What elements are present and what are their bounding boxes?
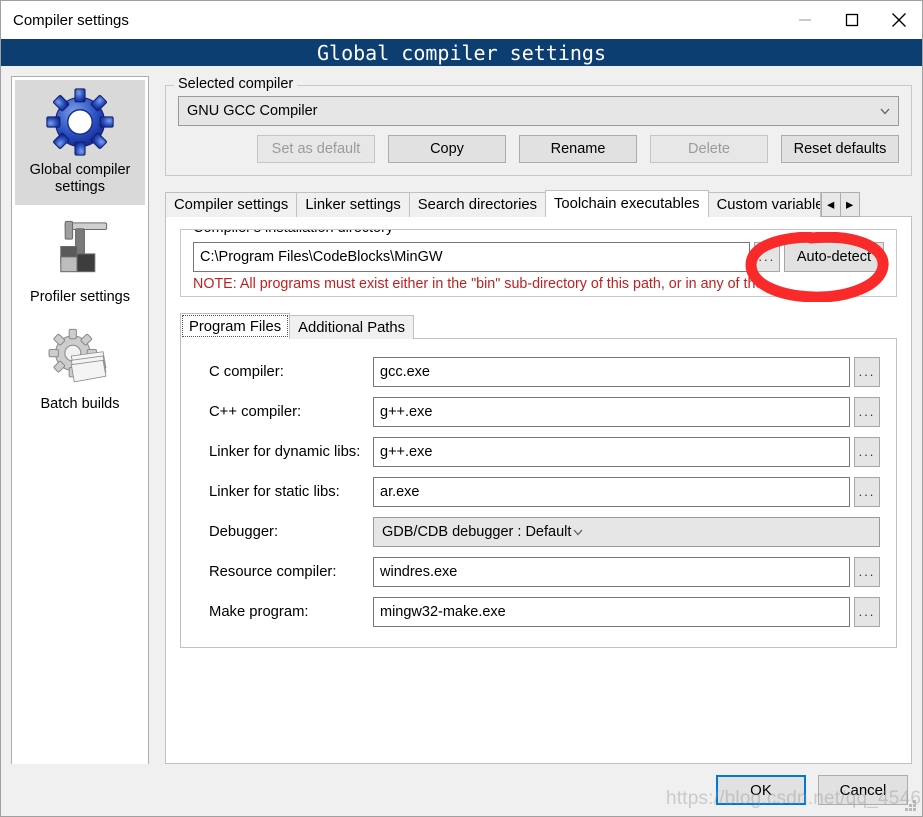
sidebar-item-label: Global compiler settings [29,162,131,196]
selected-compiler-dropdown[interactable]: GNU GCC Compiler [178,96,899,126]
make-program-input[interactable]: mingw32-make.exe [373,597,850,627]
chevron-down-icon [880,108,890,115]
tab-scroll-buttons: ◂ ▸ [820,192,860,217]
title-bar: Compiler settings [1,1,922,39]
maximize-icon [845,13,858,27]
installation-directory-title: Compiler's installation directory [189,230,398,236]
row-linker-dynamic: Linker for dynamic libs: g++.exe ... [197,437,880,467]
minimize-icon [798,19,811,21]
installation-directory-row: C:\Program Files\CodeBlocks\MinGW ... Au… [193,242,884,272]
rename-button[interactable]: Rename [519,135,637,163]
tab-linker-settings[interactable]: Linker settings [296,192,410,217]
sidebar-item-label: Profiler settings [30,288,130,305]
tab-additional-paths[interactable]: Additional Paths [289,315,415,339]
close-icon [891,13,906,27]
c-compiler-label: C compiler: [209,364,284,380]
row-debugger: Debugger: GDB/CDB debugger : Default [197,517,880,547]
caliper-blocks-icon [60,220,108,272]
row-c-compiler: C compiler: gcc.exe ... [197,357,880,387]
resource-compiler-label: Resource compiler: [209,564,337,580]
row-cpp-compiler: C++ compiler: g++.exe ... [197,397,880,427]
tab-scroll-right-button[interactable]: ▸ [839,192,860,217]
resize-grip-icon[interactable] [904,799,918,813]
c-compiler-input[interactable]: gcc.exe [373,357,850,387]
minimize-button[interactable] [781,1,828,39]
cpp-compiler-label: C++ compiler: [209,404,302,420]
compiler-settings-window: Compiler settings Global compiler settin… [0,0,923,817]
row-resource-compiler: Resource compiler: windres.exe ... [197,557,880,587]
close-button[interactable] [875,1,922,39]
installation-directory-group: Compiler's installation directory C:\Pro… [180,229,897,297]
blue-gear-icon [46,88,114,156]
row-make-program: Make program: mingw32-make.exe ... [197,597,880,627]
sidebar-item-profiler-settings[interactable]: Profiler settings [15,205,145,314]
linker-static-label: Linker for static libs: [209,484,340,500]
installation-directory-note: NOTE: All programs must exist either in … [193,276,764,292]
compiler-action-buttons: Set as default Copy Rename Delete Reset … [178,135,899,163]
installation-directory-input[interactable]: C:\Program Files\CodeBlocks\MinGW [193,242,750,272]
toolchain-inner-tabs: Program Files Additional Paths [180,313,897,339]
settings-sidebar: Global compiler settings Profiler settin… [11,76,149,778]
linker-dynamic-input[interactable]: g++.exe [373,437,850,467]
cpp-compiler-input[interactable]: g++.exe [373,397,850,427]
maximize-button[interactable] [828,1,875,39]
resource-compiler-input[interactable]: windres.exe [373,557,850,587]
linker-static-browse-button[interactable]: ... [854,477,880,507]
cancel-button[interactable]: Cancel [818,775,908,805]
tab-program-files[interactable]: Program Files [180,313,291,339]
debugger-label: Debugger: [209,524,279,540]
cpp-compiler-browse-button[interactable]: ... [854,397,880,427]
selected-compiler-value: GNU GCC Compiler [187,103,318,119]
make-program-browse-button[interactable]: ... [854,597,880,627]
debugger-value: GDB/CDB debugger : Default [382,524,572,540]
linker-dynamic-browse-button[interactable]: ... [854,437,880,467]
tab-scroll-left-button[interactable]: ◂ [820,192,841,217]
tab-compiler-settings[interactable]: Compiler settings [165,192,298,217]
delete-button[interactable]: Delete [650,135,768,163]
make-program-label: Make program: [209,604,309,620]
sidebar-item-global-compiler-settings[interactable]: Global compiler settings [15,80,145,205]
sidebar-item-batch-builds[interactable]: Batch builds [15,314,145,421]
tab-toolchain-executables[interactable]: Toolchain executables [544,190,709,217]
debugger-dropdown[interactable]: GDB/CDB debugger : Default [373,517,880,547]
installation-directory-browse-button[interactable]: ... [753,242,780,272]
ok-button[interactable]: OK [716,775,806,805]
window-title: Compiler settings [13,11,129,29]
settings-tabs: Compiler settings Linker settings Search… [165,190,912,217]
settings-content: Selected compiler GNU GCC Compiler Set a… [165,76,912,764]
c-compiler-browse-button[interactable]: ... [854,357,880,387]
selected-compiler-group: Selected compiler GNU GCC Compiler Set a… [165,76,912,176]
page-title: Global compiler settings [1,39,922,66]
sidebar-item-label: Batch builds [40,396,120,413]
toolchain-executables-panel: Compiler's installation directory C:\Pro… [165,216,912,764]
linker-static-input[interactable]: ar.exe [373,477,850,507]
program-files-panel: C compiler: gcc.exe ... C++ compiler: g+… [180,338,897,648]
resource-compiler-browse-button[interactable]: ... [854,557,880,587]
chevron-down-icon [573,529,583,536]
reset-defaults-button[interactable]: Reset defaults [781,135,899,163]
tab-custom-variable[interactable]: Custom variable [707,192,821,217]
tab-search-directories[interactable]: Search directories [408,192,546,217]
row-linker-static: Linker for static libs: ar.exe ... [197,477,880,507]
dialog-footer: OK Cancel [1,764,922,816]
gray-gear-pages-icon [48,329,107,383]
auto-detect-button[interactable]: Auto-detect [783,242,884,272]
dialog-body: Global compiler settings Profiler settin… [1,66,922,778]
copy-button[interactable]: Copy [388,135,506,163]
set-as-default-button[interactable]: Set as default [257,135,375,163]
window-controls [781,1,922,39]
linker-dynamic-label: Linker for dynamic libs: [209,444,361,460]
selected-compiler-group-title: Selected compiler [174,76,298,92]
